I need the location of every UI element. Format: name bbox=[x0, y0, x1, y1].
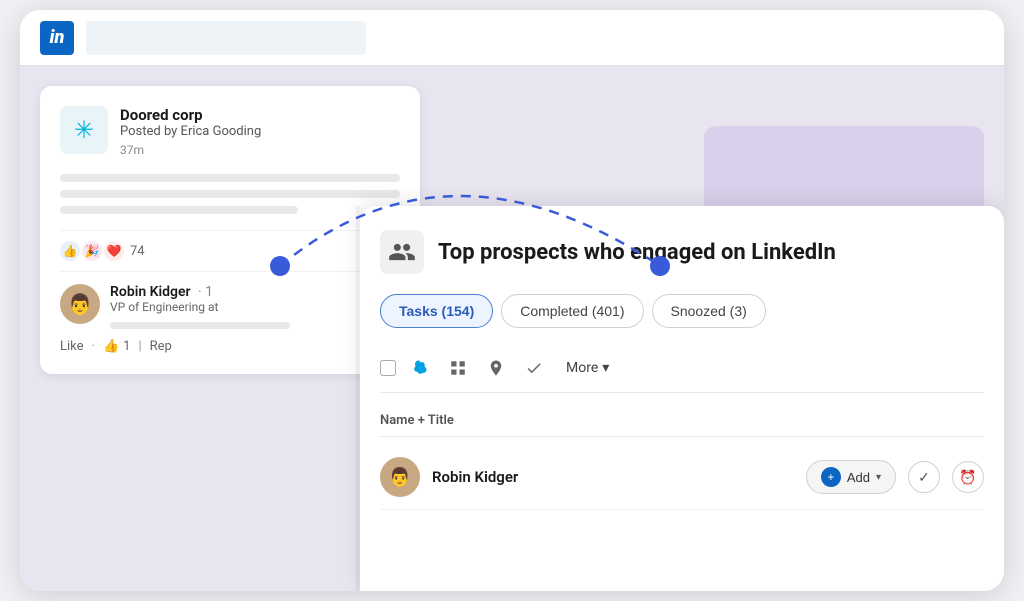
like-action[interactable]: Like bbox=[60, 339, 84, 354]
post-actions: Like · 👍 1 | Rep bbox=[60, 339, 400, 354]
commenter-title: VP of Engineering at bbox=[110, 300, 290, 314]
celebrate-reaction: 🎉 bbox=[82, 241, 102, 261]
reply-action[interactable]: Rep bbox=[150, 339, 172, 354]
posted-by: Posted by Erica Gooding bbox=[120, 124, 261, 139]
linkedin-search-bar[interactable] bbox=[86, 21, 366, 55]
check-action-button[interactable]: ✓ bbox=[908, 461, 940, 493]
content-line-3 bbox=[60, 206, 298, 214]
love-reaction: ❤️ bbox=[104, 241, 124, 261]
commenter-info: Robin Kidger · 1 VP of Engineering at bbox=[110, 284, 290, 329]
prospect-row: 👨 Robin Kidger + Add ▾ ✓ ⏰ bbox=[380, 445, 984, 510]
table-header: Name + Title bbox=[380, 401, 984, 437]
post-meta: Doored corp Posted by Erica Gooding 37m bbox=[120, 106, 261, 158]
prospects-panel-icon bbox=[380, 230, 424, 274]
prospects-panel: Top prospects who engaged on LinkedIn Ta… bbox=[360, 206, 1004, 591]
tab-snoozed[interactable]: Snoozed (3) bbox=[652, 294, 766, 328]
snooze-action-button[interactable]: ⏰ bbox=[952, 461, 984, 493]
commenter-avatar: 👨 bbox=[60, 284, 100, 324]
grid-icon[interactable] bbox=[444, 354, 472, 382]
table-toolbar: More ▾ bbox=[380, 344, 984, 393]
post-content bbox=[60, 174, 400, 214]
comment-row: 👨 Robin Kidger · 1 VP of Engineering at bbox=[60, 284, 400, 329]
company-name: Doored corp bbox=[120, 106, 261, 124]
separator-2: | bbox=[138, 339, 141, 354]
linkedin-topbar: in bbox=[20, 10, 1004, 66]
name-title-column-header: Name + Title bbox=[380, 413, 454, 428]
location-icon[interactable] bbox=[482, 354, 510, 382]
more-label: More bbox=[566, 360, 598, 376]
linkedin-logo: in bbox=[40, 21, 74, 55]
add-label: Add bbox=[847, 470, 870, 485]
checkmark-icon[interactable] bbox=[520, 354, 548, 382]
panel-header: Top prospects who engaged on LinkedIn bbox=[380, 230, 984, 274]
tab-tasks[interactable]: Tasks (154) bbox=[380, 294, 493, 328]
more-chevron-icon: ▾ bbox=[602, 360, 609, 376]
prospect-avatar: 👨 bbox=[380, 457, 420, 497]
post-header: ✳ Doored corp Posted by Erica Gooding 37… bbox=[60, 106, 400, 158]
like-count-action[interactable]: 👍 1 bbox=[103, 339, 131, 354]
content-line-2 bbox=[60, 190, 400, 198]
select-all-checkbox[interactable] bbox=[380, 360, 396, 376]
comment-text-line bbox=[110, 322, 290, 329]
reaction-count: 74 bbox=[130, 244, 145, 259]
like-reaction: 👍 bbox=[60, 241, 80, 261]
add-to-salesforce-icon: + bbox=[821, 467, 841, 487]
panel-title: Top prospects who engaged on LinkedIn bbox=[438, 240, 836, 265]
more-button[interactable]: More ▾ bbox=[558, 356, 617, 380]
separator-1: · bbox=[92, 339, 95, 354]
post-time: 37m bbox=[120, 143, 144, 157]
add-button[interactable]: + Add ▾ bbox=[806, 460, 896, 494]
main-content: ✳ Doored corp Posted by Erica Gooding 37… bbox=[20, 66, 1004, 591]
content-line-1 bbox=[60, 174, 400, 182]
device-frame: in ✳ Doored corp Posted by Erica Gooding… bbox=[20, 10, 1004, 591]
salesforce-icon[interactable] bbox=[406, 354, 434, 382]
tabs-row: Tasks (154) Completed (401) Snoozed (3) bbox=[380, 294, 984, 328]
prospect-name: Robin Kidger bbox=[432, 468, 794, 486]
commenter-name: Robin Kidger · 1 bbox=[110, 284, 290, 300]
tab-completed[interactable]: Completed (401) bbox=[501, 294, 643, 328]
add-dropdown-chevron: ▾ bbox=[876, 472, 881, 483]
reaction-icons: 👍 🎉 ❤️ bbox=[60, 241, 124, 261]
company-logo-icon: ✳ bbox=[60, 106, 108, 154]
reactions-row: 👍 🎉 ❤️ 74 bbox=[60, 230, 400, 272]
